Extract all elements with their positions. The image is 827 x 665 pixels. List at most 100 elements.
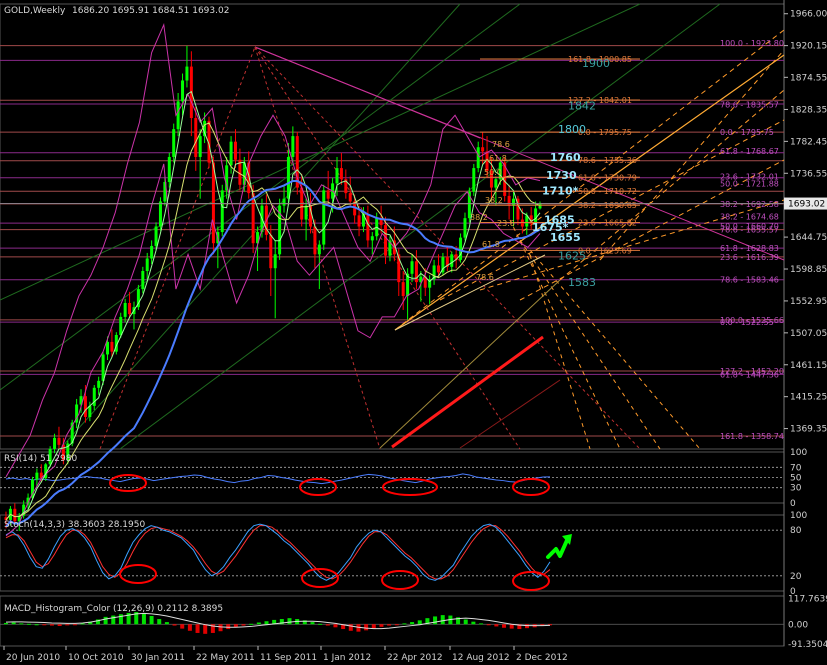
rsi-tick-label: 30 <box>790 484 802 494</box>
candle-body <box>233 141 237 160</box>
candle-body <box>494 179 498 188</box>
macd-histogram-bar <box>11 622 16 625</box>
macd-histogram-bar <box>172 624 177 626</box>
price-callout: 1730 <box>546 169 577 182</box>
time-tick-label: 22 Apr 2012 <box>387 653 443 663</box>
price-tick-label: 1415.25 <box>790 393 827 403</box>
price-callout: 1800 <box>558 123 586 136</box>
time-tick-label: 30 Jan 2011 <box>131 653 185 663</box>
macd-histogram-bar <box>310 622 315 625</box>
rsi-tick-label: 100 <box>790 448 807 458</box>
candle-body <box>128 302 132 315</box>
price-tick-label: 1644.75 <box>790 233 827 243</box>
macd-histogram-bar <box>417 620 422 625</box>
macd-histogram-bar <box>433 616 438 625</box>
macd-histogram-bar <box>348 624 353 631</box>
macd-histogram-bar <box>111 615 116 625</box>
macd-histogram-bar <box>34 624 39 626</box>
macd-histogram-bar <box>80 623 85 625</box>
macd-histogram-bar <box>149 616 154 625</box>
time-tick-label: 1 Jan 2012 <box>323 653 371 663</box>
macd-tick-label: 117.7639 <box>788 595 827 605</box>
wave-label: 50.0 <box>484 168 502 177</box>
candle-body <box>185 66 189 81</box>
candle-body <box>83 396 87 418</box>
candle-body <box>150 245 154 259</box>
macd-histogram-bar <box>103 616 108 625</box>
candle-body <box>269 234 273 269</box>
candle-body <box>436 265 440 273</box>
candle-body <box>106 341 110 355</box>
macd-histogram-bar <box>4 622 8 625</box>
price-tick-label: 1736.55 <box>790 169 827 179</box>
candle-body <box>520 219 524 227</box>
candle-body <box>472 168 476 192</box>
candle-body <box>123 302 127 317</box>
macd-histogram-bar <box>387 624 392 626</box>
candle-body <box>211 162 215 244</box>
candle-body <box>286 156 290 199</box>
macd-histogram-bar <box>440 615 445 625</box>
macd-histogram-bar <box>65 624 70 626</box>
macd-histogram-bar <box>26 623 31 625</box>
candle-body <box>220 190 224 233</box>
fib-level-label: 61.8 - 1768.67 <box>720 147 779 156</box>
candle-body <box>339 168 343 180</box>
candle-body <box>229 141 233 166</box>
time-tick-label: 2 Dec 2012 <box>516 653 568 663</box>
macd-histogram-bar <box>333 624 338 628</box>
macd-histogram-bar <box>494 624 499 627</box>
candle-body <box>366 213 370 241</box>
time-tick-label: 11 Sep 2011 <box>260 653 317 663</box>
macd-histogram-bar <box>502 624 507 628</box>
fib-level-label: 161.8 - 1358.74 <box>720 432 784 441</box>
time-tick-label: 10 Oct 2010 <box>68 653 124 663</box>
candle-body <box>194 118 198 157</box>
fib-level-label: 0.0 - 1522.55 <box>720 318 774 327</box>
price-tick-label: 1461.15 <box>790 361 827 371</box>
price-tick-label: 1507.05 <box>790 329 827 339</box>
macd-histogram-bar <box>479 623 484 625</box>
price-tick-label: 1369.35 <box>790 425 827 435</box>
macd-histogram-bar <box>463 619 468 625</box>
macd-histogram-bar <box>287 618 292 625</box>
rsi-tick-label: 50 <box>790 474 802 484</box>
current-price-value: 1693.02 <box>788 200 825 210</box>
fib-level-label: 61.8 - 1628.83 <box>720 244 779 253</box>
price-callout: 1842 <box>568 100 596 113</box>
fib-level-label: 0.0 - 1795.75 <box>720 128 774 137</box>
candle-body <box>141 271 145 290</box>
macd-histogram-bar <box>264 621 269 625</box>
time-tick-label: 12 Aug 2012 <box>452 653 510 663</box>
candle-body <box>110 341 114 352</box>
fib-level-label: 38.2 - 1692.58 <box>720 200 779 209</box>
macd-histogram-bar <box>379 624 384 627</box>
macd-histogram-bar <box>180 624 185 629</box>
fib-level-label: 61.8 - 1447.36 <box>720 370 779 379</box>
macd-histogram-bar <box>471 621 476 625</box>
candle-body <box>507 195 511 206</box>
macd-histogram-bar <box>394 624 399 626</box>
candle-body <box>154 226 158 246</box>
candle-body <box>414 261 418 283</box>
price-tick-label: 1552.95 <box>790 297 827 307</box>
price-tick-label: 1966.00 <box>790 10 827 20</box>
macd-histogram-bar <box>218 624 223 632</box>
macd-histogram-bar <box>164 622 169 625</box>
macd-histogram-bar <box>19 623 24 625</box>
wave-label: 23.6 <box>497 219 515 228</box>
macd-histogram-bar <box>72 624 77 626</box>
candle-body <box>158 201 162 227</box>
stoch-tick-label: 100 <box>790 511 807 521</box>
stoch-label: Stoch(14,3,3) 38.3603 28.1950 <box>4 520 145 530</box>
macd-histogram-bar <box>241 624 246 626</box>
candle-body <box>313 226 317 255</box>
macd-histogram-bar <box>402 623 407 625</box>
rsi-tick-label: 0 <box>790 499 796 509</box>
rsi-label: RSI(14) 51.2980 <box>4 454 77 464</box>
time-tick-label: 22 May 2011 <box>196 653 255 663</box>
macd-histogram-bar <box>42 624 47 626</box>
macd-histogram-bar <box>195 624 200 633</box>
macd-histogram-bar <box>486 624 491 626</box>
candle-body <box>172 129 176 157</box>
